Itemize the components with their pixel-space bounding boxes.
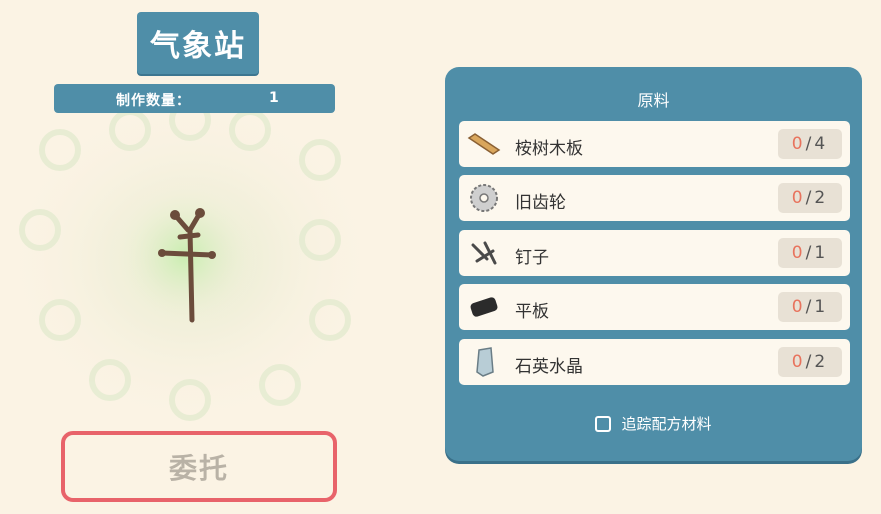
materials-title: 原料 — [637, 91, 670, 110]
material-count: 0/1 — [778, 238, 842, 268]
material-count: 0/2 — [778, 183, 842, 213]
material-need: 4 — [814, 134, 829, 154]
track-materials-toggle[interactable]: 追踪配方材料 — [445, 413, 862, 434]
old-gear-icon — [470, 184, 498, 212]
material-name: 旧齿轮 — [515, 193, 566, 213]
track-materials-label: 追踪配方材料 — [621, 415, 712, 433]
material-count: 0/4 — [778, 129, 842, 159]
commission-button[interactable]: 委托 — [61, 431, 337, 502]
material-count: 0/2 — [778, 347, 842, 377]
material-name: 平板 — [515, 302, 549, 322]
eucalyptus-plank-icon — [467, 133, 501, 155]
craft-quantity-bar: 制作数量： 1 — [54, 84, 335, 113]
material-have: 0 — [791, 243, 806, 263]
material-name: 桉树木板 — [515, 139, 583, 159]
recipe-title: 气象站 — [137, 12, 259, 74]
materials-panel: 原料 桉树木板 0/4 旧齿轮 0/2 钉子 0/1 平板 0 / 1 石英水晶… — [445, 67, 862, 461]
craft-quantity-label: 制作数量： — [116, 93, 191, 109]
material-need: 2 — [814, 188, 829, 208]
quartz-crystal-icon — [476, 347, 494, 377]
material-need: 1 — [814, 243, 829, 263]
material-row-old-gear[interactable]: 旧齿轮 0/2 — [459, 175, 850, 221]
material-need: 2 — [814, 352, 829, 372]
material-row-eucalyptus-plank[interactable]: 桉树木板 0/4 — [459, 121, 850, 167]
track-materials-checkbox[interactable] — [595, 415, 612, 432]
material-row-nails[interactable]: 钉子 0/1 — [459, 230, 850, 276]
material-have: 0 — [791, 297, 806, 317]
material-name: 石英水晶 — [515, 357, 583, 377]
material-have: 0 — [791, 134, 806, 154]
weather-station-icon — [110, 180, 260, 330]
material-row-quartz-crystal[interactable]: 石英水晶 0/2 — [459, 339, 850, 385]
material-count: 0/1 — [778, 292, 842, 322]
nails-icon — [471, 241, 497, 265]
material-name: 钉子 — [515, 248, 549, 268]
material-need: 1 — [814, 297, 829, 317]
material-have: 0 — [791, 188, 806, 208]
craft-quantity-value: 1 — [269, 90, 279, 106]
material-row-tablet[interactable]: 平板 0/1 — [459, 284, 850, 330]
material-have: 0 — [791, 352, 806, 372]
tablet-icon — [470, 297, 498, 317]
